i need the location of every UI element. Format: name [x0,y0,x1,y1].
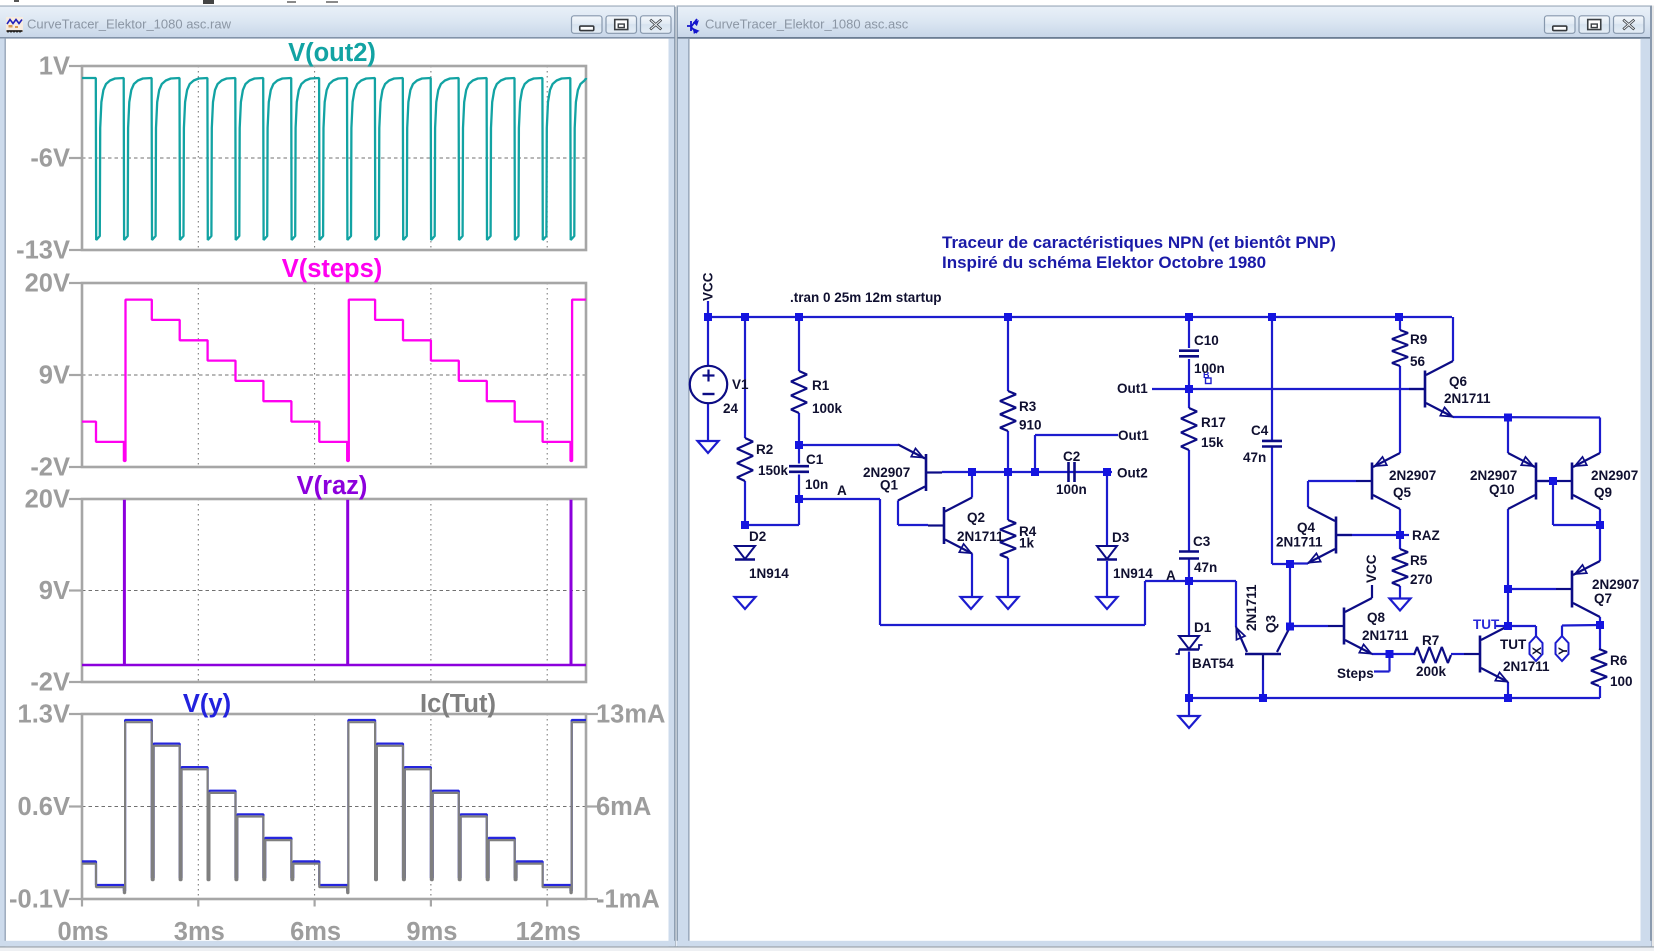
svg-text:VCC: VCC [701,272,716,301]
svg-text:20V: 20V [25,270,70,298]
svg-text:-0.1V: -0.1V [9,886,70,914]
svg-text:Steps: Steps [1337,666,1374,681]
svg-text:2N2907: 2N2907 [1591,468,1638,483]
svg-text:V(raz): V(raz) [297,472,368,500]
svg-text:Q6: Q6 [1449,374,1468,389]
svg-text:2N1711: 2N1711 [1244,584,1259,631]
svg-text:1k: 1k [1019,536,1035,551]
svg-text:270: 270 [1410,572,1433,587]
svg-text:9V: 9V [39,362,70,390]
svg-text:TUT: TUT [1473,617,1500,632]
svg-text:100n: 100n [1056,482,1087,497]
svg-text:Q8: Q8 [1367,610,1386,625]
svg-text:R5: R5 [1410,553,1428,568]
svg-text:V(y): V(y) [183,690,231,718]
svg-text:47n: 47n [1243,450,1266,465]
svg-text:.tran 0 25m 12m startup: .tran 0 25m 12m startup [790,290,942,305]
svg-text:2N1711: 2N1711 [1362,628,1409,643]
svg-text:Q4: Q4 [1297,520,1316,535]
svg-text:2N1711: 2N1711 [957,529,1004,544]
svg-text:Ic(Tut): Ic(Tut) [420,690,496,718]
svg-text:2N1711: 2N1711 [1276,535,1323,550]
svg-text:6mA: 6mA [596,793,651,821]
svg-text:910: 910 [1019,418,1042,433]
svg-text:Out1: Out1 [1118,428,1149,443]
svg-text:24: 24 [723,401,739,416]
svg-text:Y: Y [1556,647,1570,655]
svg-text:15k: 15k [1201,435,1224,450]
svg-text:47n: 47n [1194,560,1217,575]
svg-text:CurveTracer_Elektor_1080 asc.a: CurveTracer_Elektor_1080 asc.asc [705,17,909,32]
svg-text:R9: R9 [1410,332,1427,347]
svg-text:Out1: Out1 [1117,381,1148,396]
svg-text:V(out2): V(out2) [288,39,376,67]
svg-text:R7: R7 [1422,633,1439,648]
svg-text:1.3V: 1.3V [18,701,70,729]
svg-text:D2: D2 [749,529,766,544]
svg-text:C3: C3 [1193,534,1211,549]
svg-text:2N1711: 2N1711 [1444,391,1491,406]
svg-text:Q10: Q10 [1489,482,1515,497]
svg-text:1N914: 1N914 [1113,566,1153,581]
svg-text:VCC: VCC [1364,554,1379,583]
svg-text:3ms: 3ms [174,918,225,946]
svg-text:56: 56 [1410,354,1426,369]
svg-text:10n: 10n [805,477,828,492]
svg-text:Q9: Q9 [1594,485,1612,500]
svg-text:Q7: Q7 [1594,591,1612,606]
svg-text:-6V: -6V [30,145,70,173]
svg-text:RAZ: RAZ [1412,528,1440,543]
svg-text:TUT: TUT [1500,637,1527,652]
svg-text:C4: C4 [1251,423,1269,438]
svg-text:100n: 100n [1194,361,1225,376]
svg-text:9V: 9V [39,577,70,605]
svg-text:D1: D1 [1194,620,1212,635]
svg-text:-1mA: -1mA [596,886,660,914]
svg-text:2N1711: 2N1711 [1503,659,1550,674]
svg-text:-13V: -13V [16,237,70,265]
svg-text:A: A [1166,568,1176,583]
svg-text:Traceur de caractéristiques NP: Traceur de caractéristiques NPN (et bien… [942,233,1336,252]
svg-text:13mA: 13mA [596,701,665,729]
svg-text:100k: 100k [812,401,843,416]
svg-text:0ms: 0ms [57,918,108,946]
svg-text:C1: C1 [806,452,824,467]
svg-text:Q5: Q5 [1393,485,1412,500]
svg-text:9ms: 9ms [406,918,457,946]
svg-text:2N2907: 2N2907 [1470,468,1517,483]
svg-text:CurveTracer_Elektor_1080 asc.r: CurveTracer_Elektor_1080 asc.raw [27,17,232,32]
svg-text:100: 100 [1610,674,1633,689]
svg-text:6ms: 6ms [290,918,341,946]
svg-text:1V: 1V [39,53,70,81]
svg-text:R6: R6 [1610,653,1628,668]
svg-text:Out2: Out2 [1117,466,1148,481]
svg-text:R1: R1 [812,378,830,393]
svg-text:V1: V1 [732,377,749,392]
svg-text:C2: C2 [1063,449,1080,464]
svg-text:R17: R17 [1201,415,1226,430]
svg-text:R3: R3 [1019,399,1037,414]
svg-text:20V: 20V [25,486,70,514]
svg-text:R2: R2 [756,442,773,457]
svg-text:2N2907: 2N2907 [1592,577,1639,592]
svg-text:150k: 150k [758,463,789,478]
svg-text:A: A [837,483,847,498]
svg-text:D3: D3 [1112,530,1130,545]
svg-text:200k: 200k [1416,664,1447,679]
svg-text:0.6V: 0.6V [18,793,70,821]
svg-text:Q1: Q1 [880,478,899,493]
svg-text:BAT54: BAT54 [1192,656,1234,671]
svg-text:C10: C10 [1194,333,1219,348]
svg-text:X: X [1530,647,1544,655]
svg-text:V(steps): V(steps) [282,255,383,283]
svg-text:-2V: -2V [30,669,70,697]
svg-text:12ms: 12ms [516,918,581,946]
svg-text:-2V: -2V [30,454,70,482]
svg-text:1N914: 1N914 [749,566,789,581]
svg-text:Q3: Q3 [1264,614,1279,633]
svg-text:Inspiré du schéma Elektor Octo: Inspiré du schéma Elektor Octobre 1980 [942,253,1266,272]
svg-text:2N2907: 2N2907 [1389,468,1436,483]
svg-text:Q2: Q2 [967,510,985,525]
